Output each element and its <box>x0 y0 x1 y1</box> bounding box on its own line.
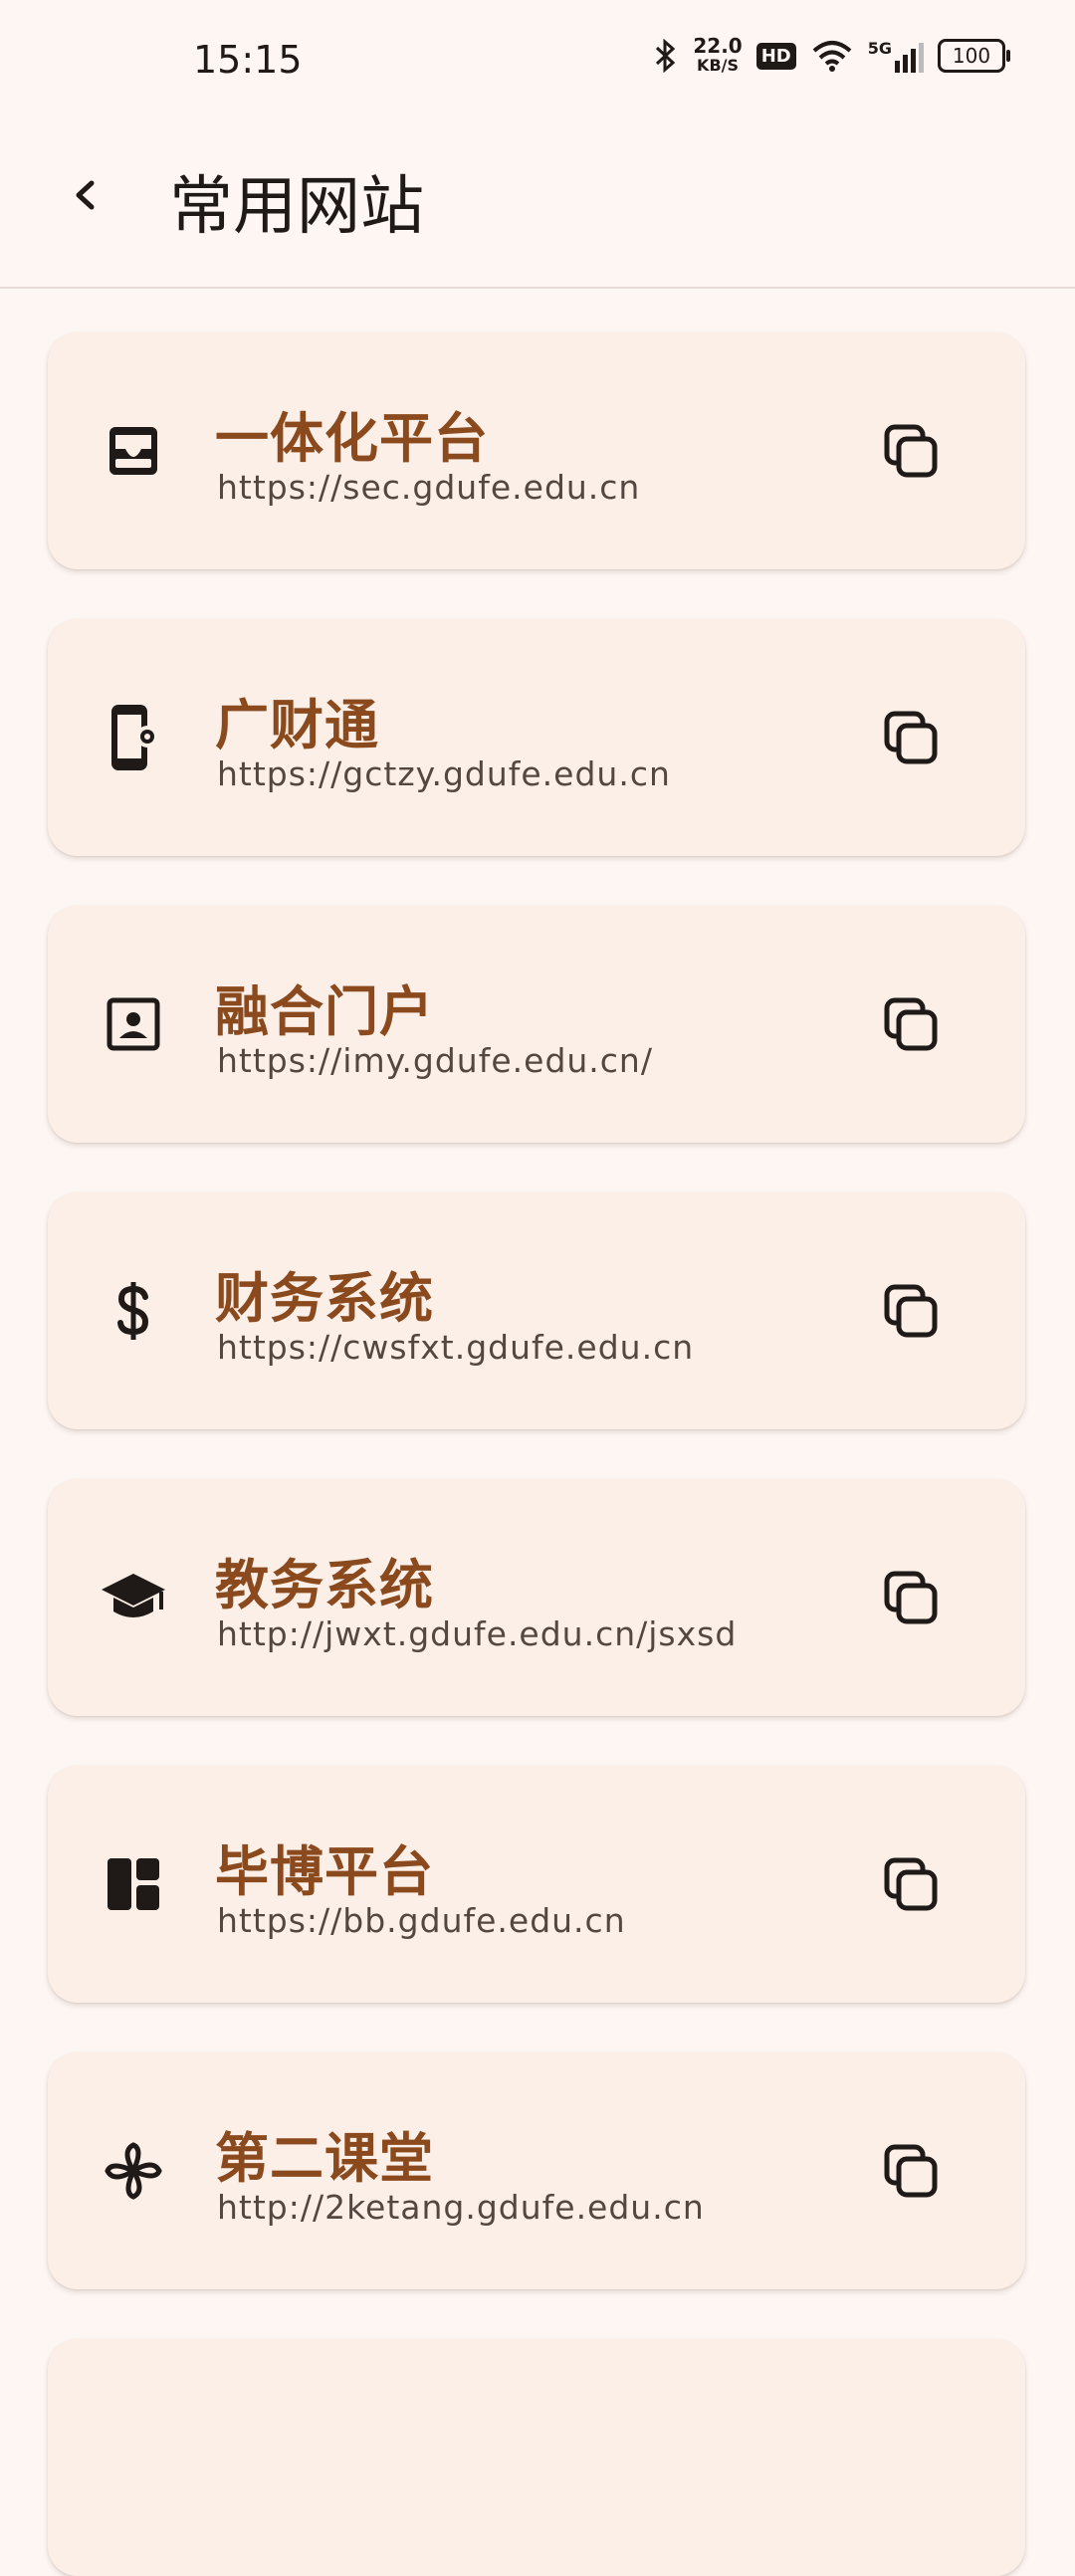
bluetooth-icon <box>656 39 676 73</box>
copy-icon <box>884 1571 938 1624</box>
contact-card-icon <box>98 988 169 1060</box>
site-card[interactable]: 第二课堂 http://2ketang.gdufe.edu.cn <box>48 2052 1025 2289</box>
copy-button[interactable] <box>872 985 952 1065</box>
status-time: 15:15 <box>193 38 303 82</box>
site-url: http://2ketang.gdufe.edu.cn <box>217 2188 705 2227</box>
pinwheel-icon <box>98 2135 169 2207</box>
site-card[interactable]: 教务系统 http://jwxt.gdufe.edu.cn/jsxsd <box>48 1479 1025 1716</box>
site-title: 教务系统 <box>215 1554 434 1616</box>
battery-indicator: 100 <box>938 39 1010 73</box>
copy-icon <box>884 997 938 1051</box>
copy-icon <box>884 1857 938 1911</box>
copy-icon <box>884 711 938 764</box>
site-url: https://sec.gdufe.edu.cn <box>217 468 641 507</box>
site-title: 财务系统 <box>215 1267 434 1330</box>
app-bar: 常用网站 <box>0 119 1075 289</box>
site-title: 毕博平台 <box>215 1840 434 1903</box>
back-button[interactable] <box>50 159 121 231</box>
inbox-icon <box>98 415 169 487</box>
site-title: 广财通 <box>215 694 379 756</box>
signal-icon: 5G <box>868 39 924 73</box>
chevron-left-icon <box>76 180 95 210</box>
dashboard-icon <box>98 1848 169 1920</box>
copy-button[interactable] <box>872 699 952 778</box>
site-card[interactable]: 毕博平台 https://bb.gdufe.edu.cn <box>48 1766 1025 2003</box>
status-icons: 22.0 KB/S HD 5G 100 <box>653 34 1010 76</box>
site-url: https://cwsfxt.gdufe.edu.cn <box>217 1328 695 1367</box>
page-title: 常用网站 <box>169 170 424 244</box>
site-url: http://jwxt.gdufe.edu.cn/jsxsd <box>217 1614 738 1653</box>
site-card[interactable]: 广财通 https://gctzy.gdufe.edu.cn <box>48 619 1025 856</box>
site-title: 一体化平台 <box>215 407 489 470</box>
site-title: 融合门户 <box>215 980 434 1043</box>
site-url: https://gctzy.gdufe.edu.cn <box>217 754 671 793</box>
copy-button[interactable] <box>872 2132 952 2212</box>
site-url: https://bb.gdufe.edu.cn <box>217 1901 626 1940</box>
status-bar: 15:15 22.0 KB/S HD 5G 100 <box>0 0 1075 119</box>
copy-button[interactable] <box>872 1272 952 1352</box>
site-url: https://imy.gdufe.edu.cn/ <box>217 1041 653 1080</box>
network-speed: 22.0 KB/S <box>693 34 743 75</box>
hd-badge: HD <box>755 42 796 70</box>
copy-button[interactable] <box>872 1845 952 1925</box>
copy-button[interactable] <box>872 1559 952 1638</box>
site-card[interactable]: 融合门户 https://imy.gdufe.edu.cn/ <box>48 906 1025 1143</box>
copy-button[interactable] <box>872 412 952 492</box>
wifi-icon <box>812 41 852 72</box>
site-card[interactable]: 一体化平台 https://sec.gdufe.edu.cn <box>48 332 1025 569</box>
phone-settings-icon <box>98 702 169 773</box>
site-card-partial[interactable] <box>48 2339 1025 2576</box>
copy-icon <box>884 1284 938 1338</box>
copy-icon <box>884 424 938 478</box>
site-card[interactable]: 财务系统 https://cwsfxt.gdufe.edu.cn <box>48 1192 1025 1429</box>
dollar-icon <box>98 1275 169 1347</box>
site-title: 第二课堂 <box>215 2127 434 2190</box>
copy-icon <box>884 2144 938 2198</box>
graduation-cap-icon <box>98 1562 169 1633</box>
